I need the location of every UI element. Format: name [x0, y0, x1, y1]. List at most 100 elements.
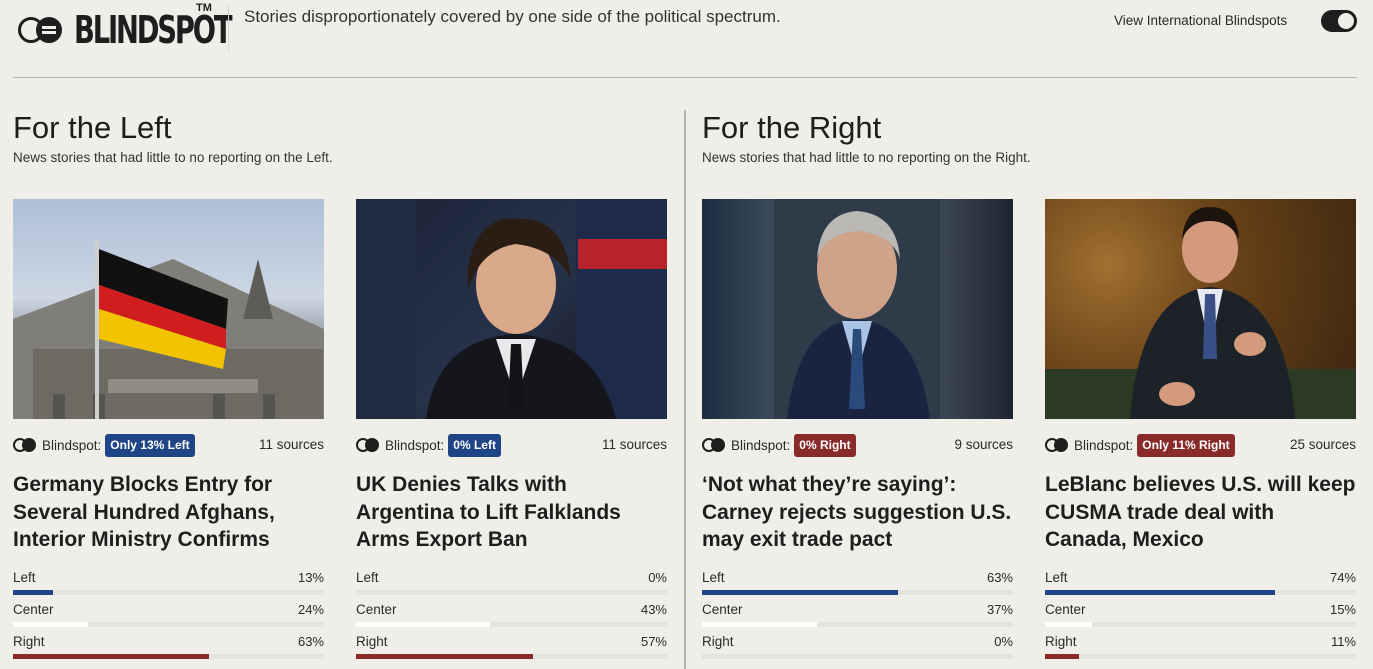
bias-label: Right: [702, 634, 734, 649]
blindspot-badge: Only 13% Left: [105, 433, 195, 457]
section-title: For the Right: [702, 110, 882, 145]
section-subtitle: News stories that had little to no repor…: [702, 150, 1031, 165]
bias-percent: 63%: [986, 570, 1013, 585]
bias-label: Right: [1045, 634, 1077, 649]
bias-fill-left: [702, 590, 898, 595]
section-for-the-left: For the Left News stories that had littl…: [13, 110, 333, 165]
sources-count[interactable]: 25 sources: [1290, 437, 1356, 452]
bias-percent: 43%: [640, 602, 667, 617]
german-flag-reichstag-photo[interactable]: [13, 199, 324, 419]
blindspot-badge: 0% Left: [448, 433, 501, 457]
bias-label: Center: [1045, 602, 1086, 617]
story-card[interactable]: Blindspot: 0% Left 11 sources UK Denies …: [356, 199, 667, 666]
bias-row-left: Left 0%: [356, 570, 667, 602]
bias-label: Left: [356, 570, 379, 585]
blindspot-small-icon: [1045, 438, 1069, 452]
bias-fill-right: [1045, 654, 1080, 659]
story-headline[interactable]: UK Denies Talks with Argentina to Lift F…: [356, 471, 667, 554]
section-for-the-right: For the Right News stories that had litt…: [702, 110, 1031, 165]
column-divider: [684, 110, 686, 669]
bias-fill-right: [13, 654, 209, 659]
story-card[interactable]: Blindspot: Only 11% Right 25 sources LeB…: [1045, 199, 1356, 666]
bias-percent: 63%: [297, 634, 324, 649]
intl-blindspots-toggle[interactable]: [1321, 10, 1357, 32]
page-tagline: Stories disproportionately covered by on…: [244, 7, 781, 26]
blindspot-badge: Only 11% Right: [1137, 433, 1235, 457]
bias-row-right: Right 63%: [13, 634, 324, 666]
bias-track: [1045, 590, 1356, 595]
blindspot-small-icon: [356, 438, 380, 452]
blindspot-label: Blindspot:: [42, 437, 102, 453]
grey-haired-man-portrait-photo[interactable]: [702, 199, 1013, 419]
blindspot-page: BLINDSPOT TM Stories disproportionately …: [0, 0, 1373, 669]
bias-track: [702, 590, 1013, 595]
man-speaking-in-parliament-photo[interactable]: [1045, 199, 1356, 419]
bias-fill-center: [702, 622, 818, 627]
bias-track: [1045, 622, 1356, 627]
bias-distribution: Left 0% Center 43% Right 57%: [356, 570, 667, 666]
bias-label: Left: [1045, 570, 1068, 585]
bias-row-center: Center 15%: [1045, 602, 1356, 634]
bias-percent: 24%: [297, 602, 324, 617]
blindspot-meta: Blindspot: 0% Right 9 sources: [702, 432, 1013, 458]
bias-track: [702, 622, 1013, 627]
bias-track: [356, 654, 667, 659]
bias-row-left: Left 63%: [702, 570, 1013, 602]
story-headline[interactable]: Germany Blocks Entry for Several Hundred…: [13, 471, 324, 554]
bias-label: Left: [702, 570, 725, 585]
bias-percent: 0%: [994, 634, 1013, 649]
bias-track: [1045, 654, 1356, 659]
bias-percent: 74%: [1329, 570, 1356, 585]
bias-label: Center: [356, 602, 397, 617]
bias-percent: 57%: [640, 634, 667, 649]
bias-fill-center: [356, 622, 490, 627]
bias-label: Center: [13, 602, 54, 617]
bias-row-right: Right 57%: [356, 634, 667, 666]
bias-row-left: Left 74%: [1045, 570, 1356, 602]
blindspot-small-icon: [702, 438, 726, 452]
sources-count[interactable]: 11 sources: [602, 437, 667, 452]
bias-row-center: Center 37%: [702, 602, 1013, 634]
bias-distribution: Left 63% Center 37% Right 0%: [702, 570, 1013, 666]
page-header: BLINDSPOT TM Stories disproportionately …: [0, 0, 1373, 78]
bias-fill-left: [1045, 590, 1276, 595]
blindspot-meta: Blindspot: Only 11% Right 25 sources: [1045, 432, 1356, 458]
sources-count[interactable]: 9 sources: [954, 437, 1013, 452]
bias-label: Left: [13, 570, 36, 585]
story-card[interactable]: Blindspot: 0% Right 9 sources ‘Not what …: [702, 199, 1013, 666]
story-headline[interactable]: ‘Not what they’re saying’: Carney reject…: [702, 471, 1013, 554]
header-divider: [228, 6, 229, 52]
logo-trademark: TM: [196, 2, 212, 14]
bias-label: Center: [702, 602, 743, 617]
section-title: For the Left: [13, 110, 172, 145]
bias-percent: 13%: [297, 570, 324, 585]
bias-row-center: Center 24%: [13, 602, 324, 634]
bias-row-left: Left 13%: [13, 570, 324, 602]
bias-fill-center: [1045, 622, 1092, 627]
blindspot-meta: Blindspot: Only 13% Left 11 sources: [13, 432, 324, 458]
bias-track: [356, 622, 667, 627]
bias-label: Right: [356, 634, 388, 649]
section-subtitle: News stories that had little to no repor…: [13, 150, 333, 165]
bias-distribution: Left 74% Center 15% Right 11%: [1045, 570, 1356, 666]
bias-track: [13, 622, 324, 627]
blindspot-label: Blindspot:: [731, 437, 791, 453]
sources-count[interactable]: 11 sources: [259, 437, 324, 452]
bias-row-center: Center 43%: [356, 602, 667, 634]
man-in-suit-photo[interactable]: [356, 199, 667, 419]
blindspot-meta: Blindspot: 0% Left 11 sources: [356, 432, 667, 458]
bias-percent: 37%: [986, 602, 1013, 617]
blindspot-label: Blindspot:: [1074, 437, 1134, 453]
bias-track: [356, 590, 667, 595]
bias-track: [702, 654, 1013, 659]
bias-fill-center: [13, 622, 88, 627]
bias-row-right: Right 0%: [702, 634, 1013, 666]
bias-track: [13, 654, 324, 659]
story-headline[interactable]: LeBlanc believes U.S. will keep CUSMA tr…: [1045, 471, 1356, 554]
blindspot-label: Blindspot:: [385, 437, 445, 453]
intl-toggle-label: View International Blindspots: [1114, 13, 1288, 28]
story-card[interactable]: Blindspot: Only 13% Left 11 sources Germ…: [13, 199, 324, 666]
header-rule: [13, 77, 1357, 78]
bias-fill-left: [13, 590, 54, 595]
bias-track: [13, 590, 324, 595]
